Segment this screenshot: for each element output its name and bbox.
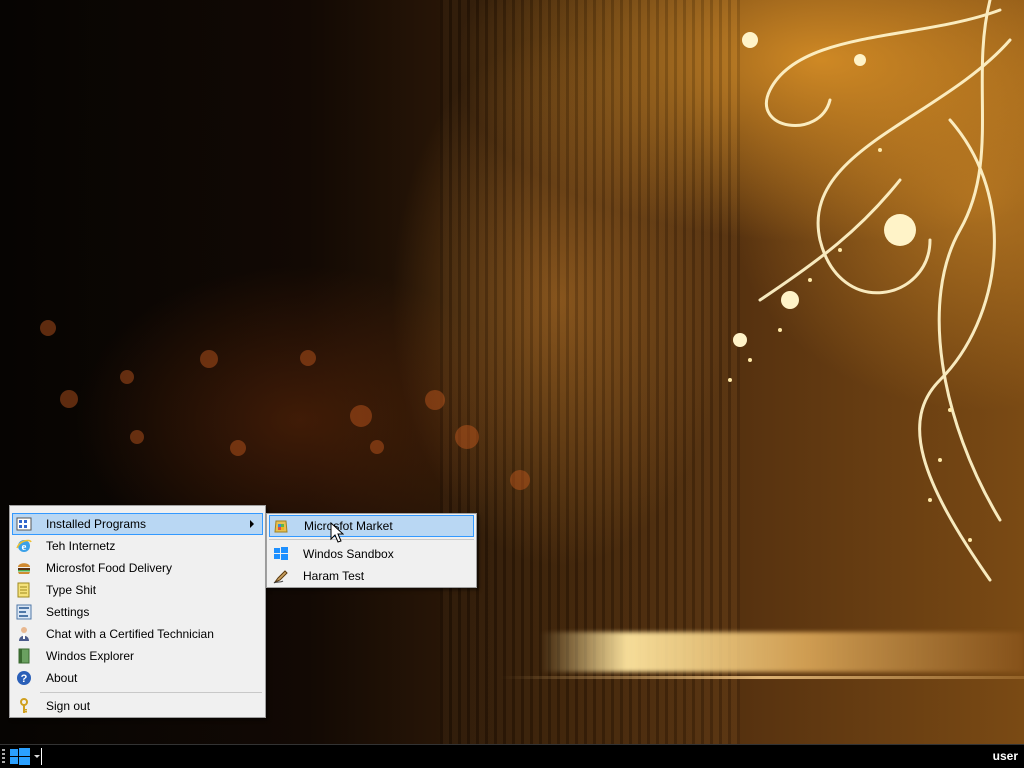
floral-swirl-decoration	[728, 0, 1012, 582]
light-line	[500, 676, 1024, 679]
menu-item-label: Chat with a Certified Technician	[46, 627, 214, 641]
bokeh-dot	[120, 370, 134, 384]
menu-item-teh-internetz[interactable]: e Teh Internetz	[12, 535, 263, 557]
submenu-item-windos-sandbox[interactable]: Windos Sandbox	[269, 543, 474, 565]
menu-item-food-delivery[interactable]: Microsfot Food Delivery	[12, 557, 263, 579]
market-icon	[273, 518, 289, 534]
svg-text:e: e	[22, 541, 27, 553]
settings-icon	[16, 604, 32, 620]
bokeh-dot	[200, 350, 218, 368]
menu-item-installed-programs[interactable]: Installed Programs	[12, 513, 263, 535]
menu-item-label: About	[46, 671, 78, 685]
bokeh-dot	[455, 425, 479, 449]
menu-item-label: Teh Internetz	[46, 539, 116, 553]
menu-item-label: Type Shit	[46, 583, 97, 597]
key-icon	[16, 698, 32, 714]
submenu-item-microsfot-market[interactable]: Microsfot Market	[269, 515, 474, 537]
menu-separator	[40, 692, 262, 693]
chevron-down-icon	[34, 755, 40, 758]
menu-item-label: Installed Programs	[46, 517, 147, 531]
start-menu: Installed Programs e Teh Internetz Micro…	[9, 505, 266, 718]
pen-icon	[273, 568, 289, 584]
help-icon: ?	[16, 670, 32, 686]
windows-logo-icon	[10, 748, 30, 765]
menu-item-label: Sign out	[46, 699, 91, 713]
programs-grid-icon	[16, 516, 32, 532]
taskbar-grip[interactable]	[2, 749, 5, 765]
burger-icon	[16, 560, 32, 576]
bokeh-dot	[300, 350, 316, 366]
menu-item-windos-explorer[interactable]: Windos Explorer	[12, 645, 263, 667]
bokeh-dot	[370, 440, 384, 454]
menu-item-type-shit[interactable]: Type Shit	[12, 579, 263, 601]
menu-item-label: Windos Explorer	[46, 649, 135, 663]
bokeh-dot	[350, 405, 372, 427]
bokeh-dot	[510, 470, 530, 490]
installed-programs-submenu: Microsfot Market Windos Sandbox Haram Te…	[266, 513, 477, 588]
bokeh-dot	[40, 320, 56, 336]
menu-item-chat-technician[interactable]: Chat with a Certified Technician	[12, 623, 263, 645]
mouse-cursor-icon	[330, 522, 344, 543]
menu-item-label: Settings	[46, 605, 90, 619]
menu-item-label: Microsfot Food Delivery	[46, 561, 173, 575]
submenu-item-haram-test[interactable]: Haram Test	[269, 565, 474, 587]
submenu-separator	[269, 539, 474, 540]
menu-item-sign-out[interactable]: Sign out	[12, 695, 263, 717]
submenu-arrow-icon	[250, 520, 254, 528]
start-button[interactable]	[8, 746, 40, 767]
svg-text:?: ?	[21, 673, 28, 685]
internet-explorer-icon: e	[16, 538, 32, 554]
submenu-item-label: Haram Test	[303, 569, 365, 583]
explorer-book-icon	[16, 648, 32, 664]
taskbar: user	[0, 744, 1024, 768]
light-streak	[540, 632, 1024, 672]
taskbar-input-caret[interactable]	[41, 748, 42, 765]
bokeh-dot	[130, 430, 144, 444]
menu-item-about[interactable]: ? About	[12, 667, 263, 689]
notepad-icon	[16, 582, 32, 598]
submenu-item-label: Windos Sandbox	[303, 547, 394, 561]
bokeh-dot	[60, 390, 78, 408]
menu-item-settings[interactable]: Settings	[12, 601, 263, 623]
submenu-item-label: Microsfot Market	[304, 519, 393, 533]
technician-icon	[16, 626, 32, 642]
bokeh-dot	[425, 390, 445, 410]
user-label[interactable]: user	[993, 749, 1018, 763]
bokeh-dot	[230, 440, 246, 456]
windows-logo-icon	[273, 546, 289, 562]
